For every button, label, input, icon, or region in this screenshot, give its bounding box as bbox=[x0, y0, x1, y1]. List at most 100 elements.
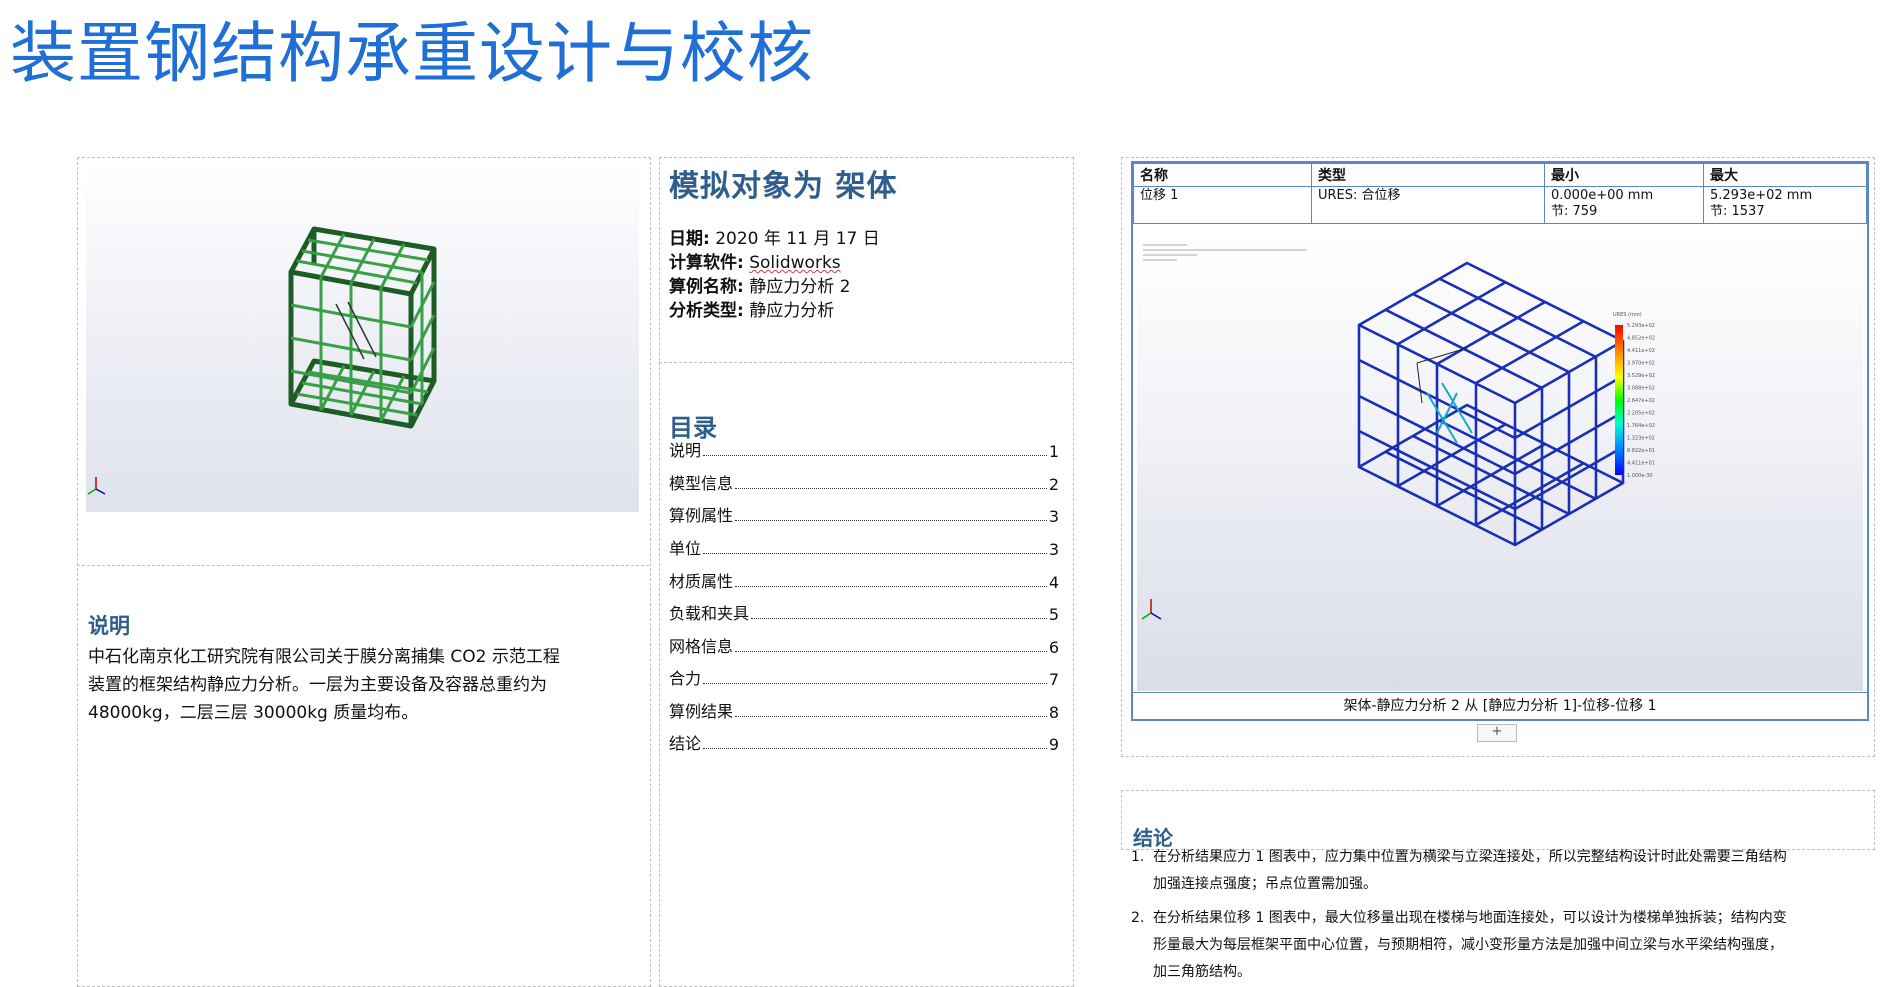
info-row-study-name: 算例名称: 静应力分析 2 bbox=[669, 272, 850, 297]
legend-tick-label: 2.205e+02 bbox=[1627, 411, 1655, 417]
toc-page: 3 bbox=[1048, 540, 1059, 559]
slide-title: 装置钢结构承重设计与校核 bbox=[10, 15, 814, 92]
conclusion-item: 1. 在分析结果应力 1 图表中，应力集中位置为横梁与立梁连接处，所以完整结构设… bbox=[1131, 844, 1866, 898]
toc-item[interactable]: 说明 1 bbox=[669, 437, 1059, 461]
legend-tick-label: 4.411e+01 bbox=[1627, 461, 1655, 467]
cell-name: 位移 1 bbox=[1133, 186, 1312, 224]
toc-page: 9 bbox=[1048, 735, 1059, 754]
toc-item[interactable]: 结论 9 bbox=[669, 730, 1059, 754]
section-divider bbox=[659, 362, 1072, 363]
legend-tick-label: 1.323e+02 bbox=[1627, 436, 1655, 442]
legend-tick-label: 3.970e+02 bbox=[1627, 361, 1655, 367]
toc-item[interactable]: 网格信息 6 bbox=[669, 633, 1059, 657]
axis-triad-icon bbox=[1141, 599, 1162, 620]
cell-type: URES: 合位移 bbox=[1311, 186, 1545, 224]
item-number: 1. bbox=[1131, 849, 1145, 865]
displacement-plot: URES (mm) 5.293e+02 4.852e+02 4.411e+02 3.9… bbox=[1137, 233, 1863, 691]
info-value: 静应力分析 2 bbox=[749, 277, 851, 297]
cell-max: 5.293e+02 mm 节: 1537 bbox=[1703, 186, 1867, 224]
conclusion-line: 加三角筋结构。 bbox=[1153, 964, 1251, 980]
legend-tick-label: 2.647e+02 bbox=[1627, 398, 1655, 404]
toc-label: 算例结果 bbox=[669, 702, 734, 721]
conclusion-line: 加强连接点强度；吊点位置需加强。 bbox=[1153, 876, 1377, 892]
toc-page: 8 bbox=[1048, 703, 1059, 722]
info-label: 日期: bbox=[669, 229, 710, 249]
legend-tick-label: 4.411e+02 bbox=[1627, 348, 1655, 354]
conclusion-line: 形量最大为每层框架平面中心位置，与预期相符，减小变形量方法是加强中间立梁与水平梁… bbox=[1153, 937, 1783, 953]
description-body: 中石化南京化工研究院有限公司关于膜分离捕集 CO2 示范工程 装置的框架结构静应… bbox=[88, 643, 648, 727]
toc-item[interactable]: 算例属性 3 bbox=[669, 502, 1059, 526]
min-value: 0.000e+00 mm bbox=[1551, 188, 1654, 203]
info-value: 2020 年 11 月 17 日 bbox=[715, 229, 880, 249]
axis-triad-icon bbox=[87, 477, 106, 495]
study-title: 模拟对象为 架体 bbox=[669, 169, 898, 204]
info-label: 计算软件: bbox=[669, 253, 744, 273]
toc-label: 算例属性 bbox=[669, 506, 734, 525]
toc-page: 2 bbox=[1048, 475, 1059, 494]
toc-label: 网格信息 bbox=[669, 637, 734, 656]
description-heading: 说明 bbox=[88, 614, 130, 638]
toc-label: 负载和夹具 bbox=[669, 604, 750, 623]
info-row-software: 计算软件: Solidworks bbox=[669, 248, 841, 273]
toc-page: 1 bbox=[1048, 442, 1059, 461]
conclusion-item: 2. 在分析结果位移 1 图表中，最大位移量出现在楼梯与地面连接处，可以设计为楼… bbox=[1131, 905, 1866, 986]
table-row: 位移 1 URES: 合位移 0.000e+00 mm 节: 759 5.293e… bbox=[1133, 186, 1867, 224]
results-table: 名称 类型 最小 最大 位移 1 URES: 合位移 0.000e+00 mm 节… bbox=[1133, 163, 1867, 224]
results-frame: 名称 类型 最小 最大 位移 1 URES: 合位移 0.000e+00 mm 节… bbox=[1131, 161, 1869, 721]
legend-tick-label: 8.822e+01 bbox=[1627, 448, 1655, 454]
info-row-analysis-type: 分析类型: 静应力分析 bbox=[669, 296, 834, 321]
toc-item[interactable]: 模型信息 2 bbox=[669, 470, 1059, 494]
blue-frame-model: URES (mm) 5.293e+02 4.852e+02 4.411e+02 3.9… bbox=[1141, 244, 1655, 620]
toc-label: 模型信息 bbox=[669, 474, 734, 493]
info-label: 算例名称: bbox=[669, 277, 744, 297]
legend-title: URES (mm) bbox=[1613, 312, 1642, 318]
table-header: 最小 bbox=[1544, 163, 1704, 187]
toc-item[interactable]: 合力 7 bbox=[669, 665, 1059, 689]
toc-item[interactable]: 材质属性 4 bbox=[669, 568, 1059, 592]
toc-page: 5 bbox=[1048, 605, 1059, 624]
plot-caption: 架体-静应力分析 2 从 [静应力分析 1]-位移-位移 1 bbox=[1133, 692, 1867, 719]
table-header: 类型 bbox=[1311, 163, 1545, 187]
toc-label: 结论 bbox=[669, 734, 702, 753]
toc-label: 合力 bbox=[669, 669, 702, 688]
min-node: 节: 759 bbox=[1551, 204, 1598, 219]
toc-label: 说明 bbox=[669, 441, 702, 460]
info-value: Solidworks bbox=[749, 253, 841, 273]
legend-color-bar bbox=[1615, 325, 1623, 475]
info-value: 静应力分析 bbox=[749, 301, 835, 321]
toc-label: 单位 bbox=[669, 539, 702, 558]
legend-tick-label: 3.529e+02 bbox=[1627, 373, 1655, 379]
info-label: 分析类型: bbox=[669, 301, 744, 321]
add-row-button[interactable]: + bbox=[1477, 724, 1517, 742]
section-divider bbox=[77, 565, 649, 566]
info-row-date: 日期: 2020 年 11 月 17 日 bbox=[669, 224, 880, 249]
model-render bbox=[86, 164, 639, 512]
conclusion-box bbox=[1121, 790, 1875, 850]
toc-item[interactable]: 负载和夹具 5 bbox=[669, 600, 1059, 624]
description-line: 中石化南京化工研究院有限公司关于膜分离捕集 CO2 示范工程 bbox=[88, 647, 560, 667]
max-value: 5.293e+02 mm bbox=[1710, 188, 1813, 203]
toc-page: 7 bbox=[1048, 670, 1059, 689]
legend-tick-label: 1.000e-30 bbox=[1627, 473, 1653, 479]
toc-page: 6 bbox=[1048, 638, 1059, 657]
legend-tick-label: 5.293e+02 bbox=[1627, 323, 1655, 329]
legend-ticks: 5.293e+02 4.852e+02 4.411e+02 3.970e+02 3.52… bbox=[1627, 323, 1655, 479]
toc-page: 3 bbox=[1048, 507, 1059, 526]
legend-tick-label: 3.088e+02 bbox=[1627, 386, 1655, 392]
table-header: 最大 bbox=[1703, 163, 1867, 187]
max-node: 节: 1537 bbox=[1710, 204, 1765, 219]
toc-item[interactable]: 单位 3 bbox=[669, 535, 1059, 559]
description-line: 装置的框架结构静应力分析。一层为主要设备及容器总重约为 bbox=[88, 675, 547, 695]
conclusion-line: 在分析结果应力 1 图表中，应力集中位置为横梁与立梁连接处，所以完整结构设计时此… bbox=[1153, 849, 1787, 865]
toc-item[interactable]: 算例结果 8 bbox=[669, 698, 1059, 722]
conclusion-line: 在分析结果位移 1 图表中，最大位移量出现在楼梯与地面连接处，可以设计为楼梯单独… bbox=[1153, 910, 1787, 926]
legend-tick-label: 4.852e+02 bbox=[1627, 336, 1655, 342]
item-number: 2. bbox=[1131, 910, 1145, 926]
table-header: 名称 bbox=[1133, 163, 1312, 187]
toc-page: 4 bbox=[1048, 573, 1059, 592]
toc-label: 材质属性 bbox=[669, 572, 734, 591]
green-frame-model bbox=[87, 226, 437, 495]
description-line: 48000kg，二层三层 30000kg 质量均布。 bbox=[88, 703, 419, 723]
legend-tick-label: 1.764e+02 bbox=[1627, 423, 1655, 429]
cell-min: 0.000e+00 mm 节: 759 bbox=[1544, 186, 1704, 224]
